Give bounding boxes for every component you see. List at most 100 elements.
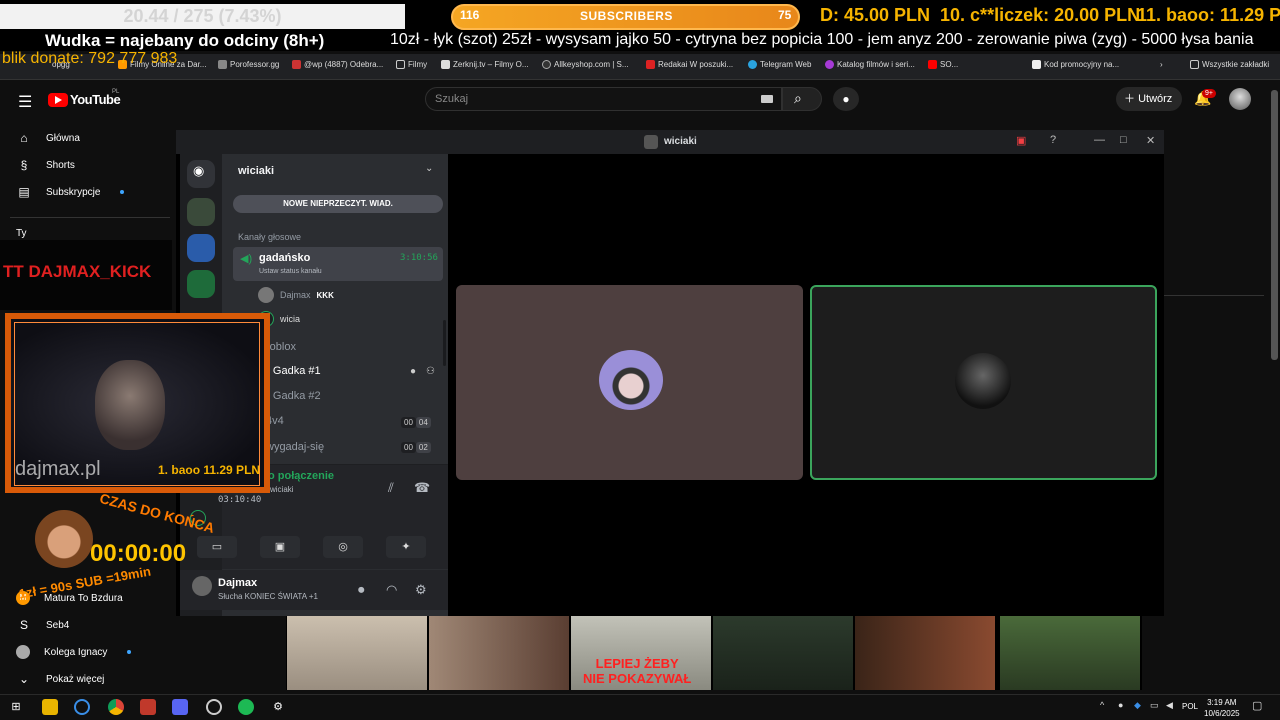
username[interactable]: Dajmax (218, 577, 257, 589)
bookmark-item[interactable]: Zerknij.tv – Filmy O... (441, 60, 529, 69)
sidebar-sub-item[interactable]: S Seb4 (16, 618, 69, 632)
maximize-icon[interactable]: □ (1120, 134, 1127, 146)
chat-icon[interactable]: ● (410, 366, 416, 377)
tray-network-icon[interactable]: ▭ (1150, 700, 1159, 711)
cortana-icon[interactable] (74, 699, 90, 715)
sidebar-sub-item[interactable]: Kolega Ignacy (16, 645, 132, 659)
file-explorer-icon[interactable] (42, 699, 58, 715)
keyboard-icon[interactable] (761, 95, 773, 103)
voice-server-name[interactable]: wiciaki (270, 485, 294, 494)
noise-suppression-icon[interactable]: ⫽ (388, 480, 394, 496)
bookmark-item[interactable]: Allkeyshop.com | S... (542, 60, 629, 69)
activity-button[interactable]: ◎ (323, 536, 363, 558)
clip-thumbnail (1000, 616, 1140, 690)
server-name[interactable]: wiciaki (238, 165, 274, 177)
search-button[interactable] (782, 87, 822, 111)
bookmark-item[interactable]: Kod promocyjny na... (1032, 60, 1119, 69)
bookmark-item[interactable]: Redakai W poszuki... (646, 60, 733, 69)
bookmark-item[interactable]: Telegram Web (748, 60, 811, 69)
channel-status-hint[interactable]: Ustaw status kanału (259, 268, 322, 275)
sidebar-item-home[interactable]: ⌂ Główna (16, 131, 80, 145)
spotify-icon[interactable] (238, 699, 254, 715)
camera-off-button[interactable]: ▭ (197, 536, 237, 558)
voice-timer: 03:10:40 (218, 495, 262, 505)
windows-start-icon[interactable]: ⊞ (8, 699, 24, 715)
discord-icon[interactable] (172, 699, 188, 715)
bookmark-item[interactable]: @wp (4887) Odebra... (292, 60, 383, 69)
bookmark-item[interactable]: SO... (928, 60, 958, 69)
sidebar-you[interactable]: Ty (16, 228, 27, 239)
window-title: wiciaki (664, 136, 697, 147)
channel-user-count: 00 02 (401, 442, 431, 453)
sidebar-item-shorts[interactable]: § Shorts (16, 158, 75, 172)
server-icon[interactable] (187, 270, 215, 298)
avatar[interactable] (1229, 88, 1251, 110)
notification-center-icon[interactable]: ▢ (1252, 699, 1262, 712)
sidebar-divider (10, 217, 170, 218)
help-icon[interactable]: ? (1050, 134, 1056, 146)
bookmark-item[interactable]: Porofessor.gg (218, 60, 279, 69)
wudka-text: Wudka = najebany do odciny (8h+) (45, 31, 325, 50)
hamburger-menu-icon[interactable]: ☰ (18, 92, 32, 112)
channel-category[interactable]: Kanały głosowe (238, 232, 301, 242)
webcam-donor: 1. baoo 11.29 PLN (158, 463, 260, 477)
minimize-icon[interactable]: — (1094, 134, 1105, 146)
search-input[interactable] (425, 87, 782, 111)
voice-channel[interactable]: • Gadka #2 (266, 390, 321, 402)
avatar[interactable] (192, 576, 212, 596)
tray-mic-icon[interactable]: ● (1118, 700, 1123, 710)
donation-ticker: 10zł - łyk (szot) 25zł - wysysam jajko 5… (390, 31, 1254, 48)
scrollbar[interactable] (443, 320, 446, 366)
add-user-icon[interactable]: ⚇ (426, 366, 435, 377)
voice-channel-name: gadańsko (259, 252, 311, 264)
new-messages-button[interactable]: NOWE NIEPRZECZYT. WIAD. (233, 195, 443, 213)
top-donor-name: baoo (1166, 5, 1210, 25)
headphones-icon[interactable]: ◠ (386, 582, 397, 598)
voice-user[interactable]: Dajmax KKK (258, 287, 334, 303)
language-indicator[interactable]: POL (1182, 702, 1198, 711)
top-donor-amount: 45.00 PLN (844, 5, 931, 25)
folder-icon (396, 60, 405, 69)
blik-donate-text: blik donate: 792 777 983 (2, 50, 178, 67)
shorts-icon: § (20, 158, 28, 172)
folder-icon (1190, 60, 1199, 69)
disconnect-icon[interactable]: ☎ (414, 480, 430, 496)
bookmark-all[interactable]: Wszystkie zakładki (1190, 60, 1269, 69)
scrollbar[interactable] (1271, 90, 1278, 360)
create-button[interactable]: ＋ Utwórz (1116, 87, 1182, 111)
bookmarks-overflow-icon[interactable]: › (1160, 60, 1163, 69)
bookmark-item[interactable]: Filmy (396, 60, 427, 69)
sidebar-show-more[interactable]: ⌄ Pokaż więcej (16, 672, 104, 686)
voicemeeter-icon[interactable] (140, 699, 156, 715)
tray-volume-icon[interactable]: ◀ (1166, 700, 1173, 711)
server-icon[interactable] (187, 198, 215, 226)
clip-thumbnail (855, 616, 995, 690)
close-icon[interactable]: ✕ (1146, 134, 1155, 147)
voice-channel[interactable]: roblox (266, 341, 296, 353)
gear-icon[interactable]: ⚙ (415, 582, 427, 598)
obs-icon[interactable] (206, 699, 222, 715)
chevron-down-icon[interactable]: ⌄ (425, 163, 433, 174)
notification-badge: 9+ (1202, 89, 1216, 98)
voice-connected-label: o połączenie (268, 470, 335, 482)
clock-time: 3:19 AM (1207, 698, 1237, 707)
screen-share-button[interactable]: ▣ (260, 536, 300, 558)
taskbar-clock[interactable]: 3:19 AM 10/6/2025 (1204, 697, 1240, 719)
soundboard-button[interactable]: ✦ (386, 536, 426, 558)
discord-logo-icon: ◉ (193, 163, 205, 178)
inbox-icon[interactable]: ▣ (1016, 134, 1026, 147)
tray-chevron-up-icon[interactable]: ^ (1100, 700, 1104, 710)
mic-icon[interactable]: ● (833, 87, 859, 111)
clip-thumbnail (287, 616, 427, 690)
bookmark-item[interactable]: Katalog filmów i seri... (825, 60, 915, 69)
chrome-icon[interactable] (108, 699, 124, 715)
voice-channel[interactable]: • Gadka #1 (266, 365, 321, 377)
gear-icon[interactable]: ⚙ (270, 699, 286, 715)
top-donor-1: D: 45.00 PLN (820, 5, 931, 25)
server-icon[interactable] (187, 234, 215, 262)
sidebar-item-subscriptions[interactable]: ▤ Subskrypcje (16, 185, 125, 199)
voice-channel[interactable]: wygadaj-się (266, 441, 324, 453)
clock-date: 10/6/2025 (1204, 709, 1240, 718)
mic-icon[interactable]: ⏺ (358, 582, 365, 598)
tray-app-icon[interactable]: ◆ (1134, 700, 1141, 711)
